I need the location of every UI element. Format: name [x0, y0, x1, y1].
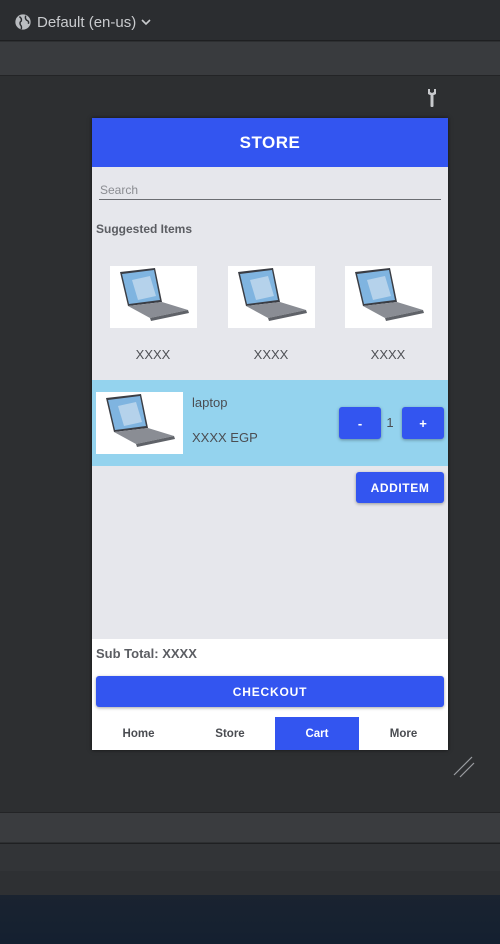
suggested-item-caption: XXXX	[135, 347, 171, 362]
suggested-item-caption: XXXX	[253, 347, 289, 362]
cart-footer: Sub Total: XXXX CHECKOUT Home Store Cart…	[92, 639, 448, 750]
ide-status-bar	[0, 812, 500, 842]
resize-grip-icon[interactable]	[452, 755, 476, 779]
globe-icon	[15, 14, 31, 30]
suggested-item[interactable]: XXXX	[109, 266, 197, 362]
cart-item-name: laptop	[192, 395, 228, 410]
cart-item-row: laptop XXXX EGP - 1 +	[92, 380, 448, 466]
suggested-item[interactable]: XXXX	[227, 266, 315, 362]
ide-panel-bar	[0, 843, 500, 871]
tab-home[interactable]: Home	[92, 717, 185, 750]
checkout-button[interactable]: CHECKOUT	[96, 676, 444, 707]
ide-footer	[0, 871, 500, 895]
quantity-value: 1	[386, 415, 394, 430]
suggested-item-caption: XXXX	[370, 347, 406, 362]
locale-selector[interactable]: Default (en-us)	[14, 11, 151, 33]
subtotal-label: Sub Total: XXXX	[96, 646, 197, 661]
laptop-image	[96, 392, 183, 454]
tab-cart[interactable]: Cart	[275, 717, 359, 750]
chevron-down-icon	[141, 19, 151, 26]
tab-store[interactable]: Store	[185, 717, 275, 750]
laptop-image	[344, 266, 432, 328]
ide-top-bar: Default (en-us)	[0, 0, 500, 41]
suggested-item[interactable]: XXXX	[344, 266, 432, 362]
suggested-items-list: XXXX XXXX XXXX	[92, 266, 448, 366]
ide-toolbar	[0, 42, 500, 76]
laptop-image	[227, 266, 315, 328]
increment-button[interactable]: +	[402, 407, 444, 439]
phone-preview: STORE Suggested Items XXXX	[92, 118, 448, 750]
search-field[interactable]	[99, 180, 441, 200]
decrement-button[interactable]: -	[339, 407, 381, 439]
cart-item-price: XXXX EGP	[192, 430, 258, 445]
app-header: STORE	[92, 118, 448, 167]
bottom-tab-bar: Home Store Cart More	[92, 717, 448, 750]
add-item-button[interactable]: ADDITEM	[356, 472, 444, 503]
wrench-icon[interactable]	[424, 88, 440, 108]
laptop-image	[109, 266, 197, 328]
suggested-items-title: Suggested Items	[96, 222, 193, 236]
page-title: STORE	[239, 132, 301, 152]
desktop-background	[0, 895, 500, 944]
search-input[interactable]	[99, 180, 441, 199]
tab-more[interactable]: More	[359, 717, 448, 750]
locale-label: Default (en-us)	[37, 13, 137, 31]
